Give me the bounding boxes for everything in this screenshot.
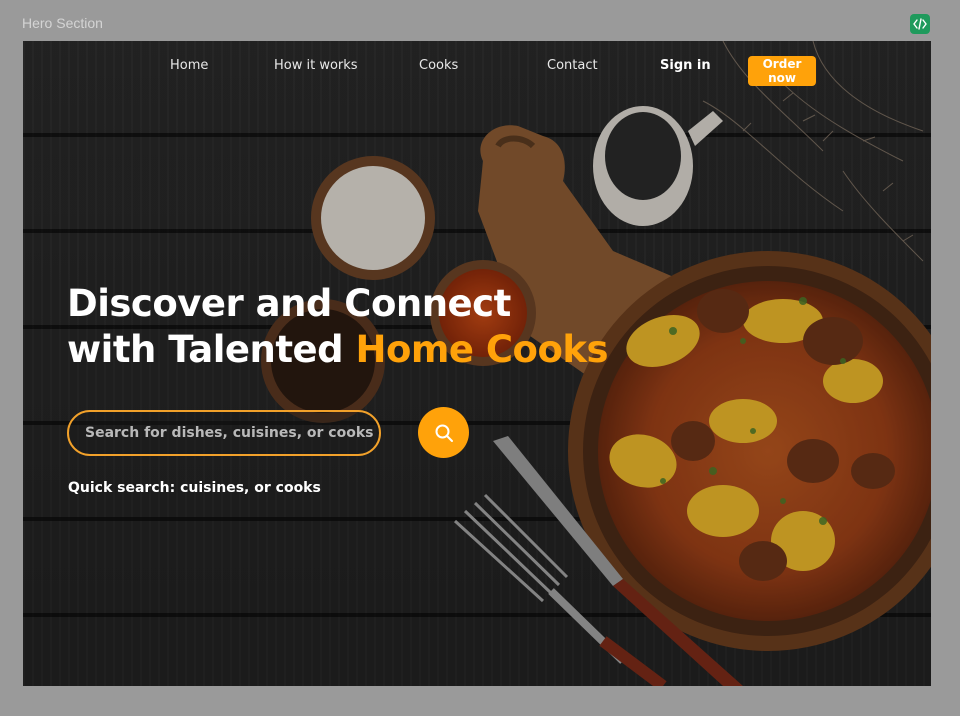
code-icon [913,18,927,30]
search-icon [435,424,453,442]
search-input[interactable] [85,425,379,441]
nav-home-link[interactable]: Home [170,58,208,73]
headline-line-2-prefix: with Talented [67,328,356,371]
nav-how-it-works-link[interactable]: How it works [274,58,358,73]
quick-search-text: Quick search: cuisines, or cooks [68,480,321,496]
nav-contact-link[interactable]: Contact [547,58,598,73]
hero-headline: Discover and Connect with Talented Home … [67,281,609,373]
code-toggle-button[interactable] [910,14,930,34]
order-now-button[interactable]: Order now [748,56,816,86]
nav-cooks-link[interactable]: Cooks [419,58,458,73]
frame-label: Hero Section [22,15,103,31]
headline-accent: Home Cooks [355,328,609,371]
sign-in-link[interactable]: Sign in [660,58,711,73]
headline-line-1: Discover and Connect [67,282,511,325]
search-button[interactable] [418,407,469,458]
hero-section: Home How it works Cooks Contact Sign in … [23,41,931,686]
search-field-wrapper [67,410,381,456]
